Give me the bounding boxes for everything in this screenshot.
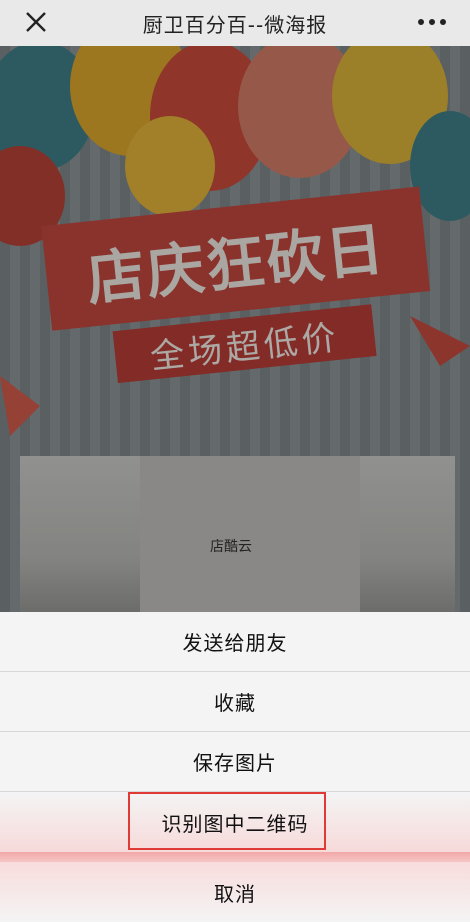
send-to-friend-button[interactable]: 发送给朋友 bbox=[0, 612, 470, 672]
close-icon[interactable] bbox=[22, 8, 50, 36]
save-image-button[interactable]: 保存图片 bbox=[0, 732, 470, 792]
scan-qr-code-button[interactable]: 识别图中二维码 bbox=[0, 792, 470, 852]
poster-image: 店庆狂砍日 全场超低价 店酷云 bbox=[0, 46, 470, 612]
nav-bar: 厨卫百分百--微海报 bbox=[0, 0, 470, 46]
sheet-divider bbox=[0, 852, 470, 862]
action-sheet: 发送给朋友 收藏 保存图片 识别图中二维码 取消 bbox=[0, 612, 470, 922]
cancel-button[interactable]: 取消 bbox=[0, 862, 470, 922]
page-title: 厨卫百分百--微海报 bbox=[142, 12, 328, 37]
favorite-button[interactable]: 收藏 bbox=[0, 672, 470, 732]
more-icon[interactable] bbox=[412, 8, 452, 36]
dim-overlay bbox=[0, 46, 470, 612]
